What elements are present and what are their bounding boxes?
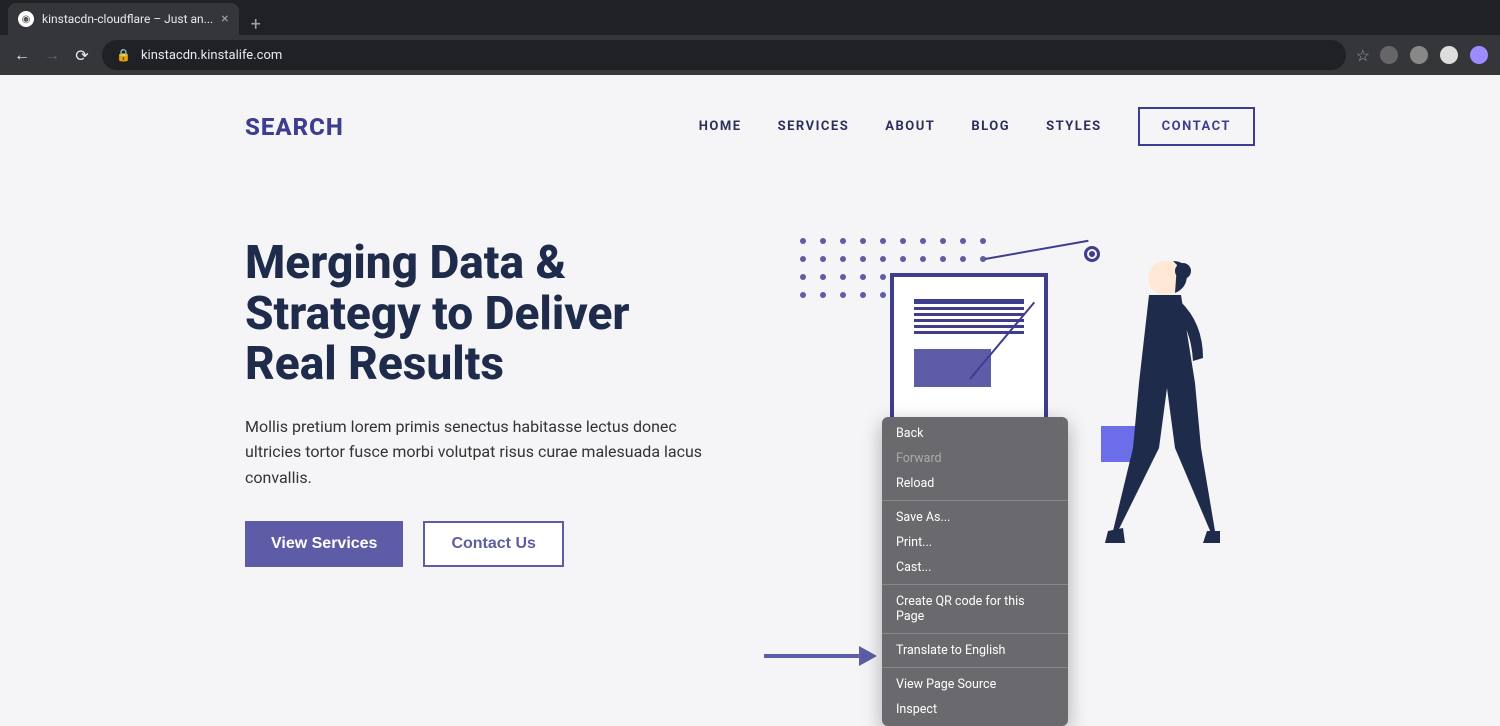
nav-blog[interactable]: BLOG (971, 119, 1010, 134)
page-content: SEARCH HOME SERVICES ABOUT BLOG STYLES C… (0, 75, 1500, 634)
nav-home[interactable]: HOME (699, 119, 742, 134)
menu-qr-code[interactable]: Create QR code for this Page (882, 589, 1068, 629)
site-header: SEARCH HOME SERVICES ABOUT BLOG STYLES C… (245, 75, 1255, 178)
menu-print[interactable]: Print... (882, 530, 1068, 555)
tab-bar: ◉ kinstacdn-cloudflare – Just an... × + (0, 0, 1500, 35)
close-icon[interactable]: × (221, 11, 228, 27)
annotation-arrow (764, 646, 877, 666)
view-services-button[interactable]: View Services (245, 521, 403, 567)
menu-save-as[interactable]: Save As... (882, 505, 1068, 530)
menu-forward[interactable]: Forward (882, 446, 1068, 471)
extension-icon[interactable] (1380, 46, 1398, 64)
extension-icon[interactable] (1470, 46, 1488, 64)
browser-toolbar: ← → ⟳ 🔒 kinstacdn.kinstalife.com ☆ (0, 35, 1500, 75)
contact-us-button[interactable]: Contact Us (423, 521, 563, 567)
menu-translate[interactable]: Translate to English (882, 638, 1068, 663)
address-bar[interactable]: 🔒 kinstacdn.kinstalife.com (102, 40, 1346, 70)
hero-title: Merging Data & Strategy to Deliver Real … (245, 238, 730, 390)
nav-styles[interactable]: STYLES (1046, 119, 1102, 134)
menu-reload[interactable]: Reload (882, 471, 1068, 496)
main-nav: HOME SERVICES ABOUT BLOG STYLES CONTACT (699, 107, 1255, 146)
nav-contact-button[interactable]: CONTACT (1138, 107, 1255, 146)
hero-buttons: View Services Contact Us (245, 521, 730, 567)
forward-button[interactable]: → (42, 45, 62, 65)
hero-description: Mollis pretium lorem primis senectus hab… (245, 414, 730, 491)
menu-separator (882, 584, 1068, 585)
radio-marker-icon (1084, 246, 1100, 262)
hero-section: Merging Data & Strategy to Deliver Real … (245, 178, 1255, 567)
extension-icon[interactable] (1440, 46, 1458, 64)
extension-icons (1380, 46, 1488, 64)
menu-view-source[interactable]: View Page Source (882, 672, 1068, 697)
url-text: kinstacdn.kinstalife.com (141, 48, 282, 63)
menu-cast[interactable]: Cast... (882, 555, 1068, 580)
reload-button[interactable]: ⟳ (72, 46, 92, 65)
tab-title: kinstacdn-cloudflare – Just an... (42, 12, 213, 26)
person-illustration (1105, 253, 1220, 553)
context-menu: Back Forward Reload Save As... Print... … (882, 417, 1068, 726)
site-logo[interactable]: SEARCH (245, 113, 344, 141)
back-button[interactable]: ← (12, 45, 32, 65)
browser-chrome: ◉ kinstacdn-cloudflare – Just an... × + … (0, 0, 1500, 75)
nav-about[interactable]: ABOUT (885, 119, 935, 134)
extension-icon[interactable] (1410, 46, 1428, 64)
star-icon[interactable]: ☆ (1356, 46, 1370, 65)
globe-icon: ◉ (18, 11, 34, 27)
leader-line (985, 240, 1089, 260)
new-tab-button[interactable]: + (239, 14, 273, 35)
lock-icon: 🔒 (116, 48, 131, 62)
hero-content: Merging Data & Strategy to Deliver Real … (245, 238, 730, 567)
browser-tab[interactable]: ◉ kinstacdn-cloudflare – Just an... × (8, 3, 239, 35)
menu-separator (882, 500, 1068, 501)
menu-inspect[interactable]: Inspect (882, 697, 1068, 722)
menu-separator (882, 667, 1068, 668)
menu-back[interactable]: Back (882, 421, 1068, 446)
nav-services[interactable]: SERVICES (778, 119, 850, 134)
